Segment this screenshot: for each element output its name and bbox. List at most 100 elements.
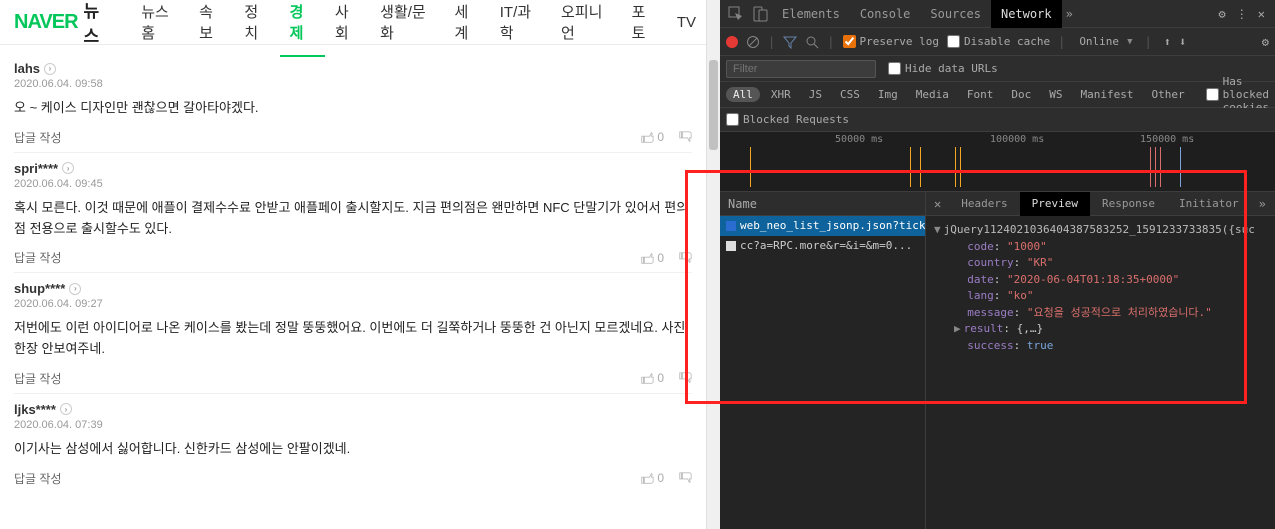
comment-user[interactable]: ljks****› [14,402,72,417]
timeline-label: 150000 ms [1140,134,1194,145]
detail-tab-response[interactable]: Response [1090,192,1167,216]
upvote-button[interactable]: 0 [640,471,664,485]
type-filter-css[interactable]: CSS [833,87,867,102]
file-icon [726,241,736,251]
downvote-button[interactable] [678,371,692,385]
comment-body: 혹시 모른다. 이것 때문에 애플이 결제수수료 안받고 애플페이 출시할지도.… [14,198,692,240]
nav-item-7[interactable]: IT/과학 [490,1,551,43]
filter-icon[interactable] [783,35,797,49]
devtools-tab-network[interactable]: Network [991,0,1062,28]
close-devtools-icon[interactable]: ✕ [1258,7,1265,21]
type-filter-js[interactable]: JS [802,87,829,102]
json-row-date[interactable]: date: "2020-06-04T01:18:35+0000" [954,272,1267,289]
blocked-requests-checkbox[interactable]: Blocked Requests [726,113,849,126]
nav-item-4[interactable]: 사회 [325,1,370,43]
reply-button[interactable]: 답글 작성 [14,249,62,266]
preserve-log-checkbox[interactable]: Preserve log [843,35,939,48]
json-row-success[interactable]: success: true [954,338,1267,355]
nav-item-5[interactable]: 생활/문화 [370,1,444,43]
upvote-button[interactable]: 0 [640,130,664,144]
nav-item-10[interactable]: TV [667,14,706,31]
type-filter-other[interactable]: Other [1145,87,1192,102]
detail-tab-initiator[interactable]: Initiator [1167,192,1251,216]
json-row-code[interactable]: code: "1000" [954,239,1267,256]
nav-item-1[interactable]: 속보 [189,1,234,43]
type-filter-font[interactable]: Font [960,87,1001,102]
type-filter-doc[interactable]: Doc [1004,87,1038,102]
scrollbar-thumb[interactable] [709,60,718,150]
comment-user[interactable]: lahs› [14,61,56,76]
disable-cache-checkbox[interactable]: Disable cache [947,35,1050,48]
comment-user[interactable]: spri****› [14,161,74,176]
type-filter-media[interactable]: Media [909,87,956,102]
comment-body: 이기사는 삼성에서 싫어합니다. 신한카드 삼성에는 안팔이겠네. [14,439,692,460]
detail-tabs: ✕ HeadersPreviewResponseInitiator » [926,192,1275,216]
naver-news-label[interactable]: 뉴스 [84,0,114,47]
search-icon[interactable] [805,35,819,49]
type-filter-xhr[interactable]: XHR [764,87,798,102]
json-row-lang[interactable]: lang: "ko" [954,288,1267,305]
type-filter-manifest[interactable]: Manifest [1074,87,1141,102]
request-detail: ✕ HeadersPreviewResponseInitiator » ▼jQu… [926,192,1275,529]
json-row-country[interactable]: country: "KR" [954,255,1267,272]
scrollbar[interactable] [706,0,720,529]
devtools-tab-elements[interactable]: Elements [772,0,850,28]
request-item-0[interactable]: web_neo_list_jsonp.json?ticket=... [720,216,925,236]
detail-tab-headers[interactable]: Headers [949,192,1019,216]
json-row-message[interactable]: message: "요청을 성공적으로 처리하였습니다." [954,305,1267,322]
nav-item-3[interactable]: 경제 [280,1,325,57]
nav-item-9[interactable]: 포토 [622,1,667,43]
devtools-tab-console[interactable]: Console [850,0,921,28]
user-badge-icon: › [62,162,74,174]
downvote-button[interactable] [678,471,692,485]
naver-logo[interactable]: NAVER [14,11,78,34]
device-icon[interactable] [752,6,768,22]
reply-button[interactable]: 답글 작성 [14,470,62,487]
comment-2: shup****›2020.06.04. 09:27저번에도 이런 아이디어로 … [14,273,692,394]
nav-item-0[interactable]: 뉴스홈 [131,1,189,43]
json-row-result[interactable]: ▶result: {,…} [954,321,1267,338]
type-filter-ws[interactable]: WS [1042,87,1069,102]
throttle-select[interactable]: Online [1079,35,1119,48]
upvote-button[interactable]: 0 [640,371,664,385]
downvote-button[interactable] [678,130,692,144]
request-list: Name web_neo_list_jsonp.json?ticket=...c… [720,192,926,529]
name-column-header[interactable]: Name [720,192,925,216]
hide-data-urls-checkbox[interactable]: Hide data URLs [888,62,998,75]
naver-header: NAVER 뉴스 뉴스홈속보정치경제사회생활/문화세계IT/과학오피니언포토TV [0,0,720,45]
clear-icon[interactable] [746,35,760,49]
comments-area: lahs›2020.06.04. 09:58오 ~ 케이스 디자인만 괜찮으면 … [0,45,706,501]
download-icon[interactable]: ⬇ [1179,35,1186,49]
comment-date: 2020.06.04. 09:27 [14,298,692,310]
nav-item-6[interactable]: 세계 [445,1,490,43]
preview-body: ▼jQuery1124021036404387583252_1591233733… [926,216,1275,529]
comment-date: 2020.06.04. 09:45 [14,178,692,190]
close-detail-icon[interactable]: ✕ [926,197,949,211]
reply-button[interactable]: 답글 작성 [14,129,62,146]
more-tabs-icon[interactable]: » [1066,7,1073,21]
type-filter-all[interactable]: All [726,87,760,102]
devtools-tab-sources[interactable]: Sources [920,0,991,28]
timeline-label: 50000 ms [835,134,883,145]
network-timeline[interactable]: 50000 ms100000 ms150000 ms [720,132,1275,192]
reply-button[interactable]: 답글 작성 [14,370,62,387]
inspect-icon[interactable] [728,6,744,22]
nav-item-2[interactable]: 정치 [234,1,279,43]
chevron-down-icon[interactable]: ▼ [1127,37,1132,47]
detail-tab-preview[interactable]: Preview [1020,192,1090,216]
upload-icon[interactable]: ⬆ [1164,35,1171,49]
comment-3: ljks****›2020.06.04. 07:39이기사는 삼성에서 싫어합니… [14,394,692,493]
nav-item-8[interactable]: 오피니언 [551,1,622,43]
record-icon[interactable] [726,36,738,48]
filter-input[interactable] [726,60,876,78]
downvote-button[interactable] [678,251,692,265]
type-filter-img[interactable]: Img [871,87,905,102]
more-detail-tabs-icon[interactable]: » [1251,197,1274,211]
net-settings-icon[interactable]: ⚙ [1262,35,1269,49]
upvote-button[interactable]: 0 [640,251,664,265]
comment-user[interactable]: shup****› [14,281,81,296]
menu-icon[interactable]: ⋮ [1236,7,1248,21]
request-item-1[interactable]: cc?a=RPC.more&r=&i=&m=0... [720,236,925,256]
settings-icon[interactable]: ⚙ [1219,7,1226,21]
comment-body: 오 ~ 케이스 디자인만 괜찮으면 갈아타야겠다. [14,98,692,119]
